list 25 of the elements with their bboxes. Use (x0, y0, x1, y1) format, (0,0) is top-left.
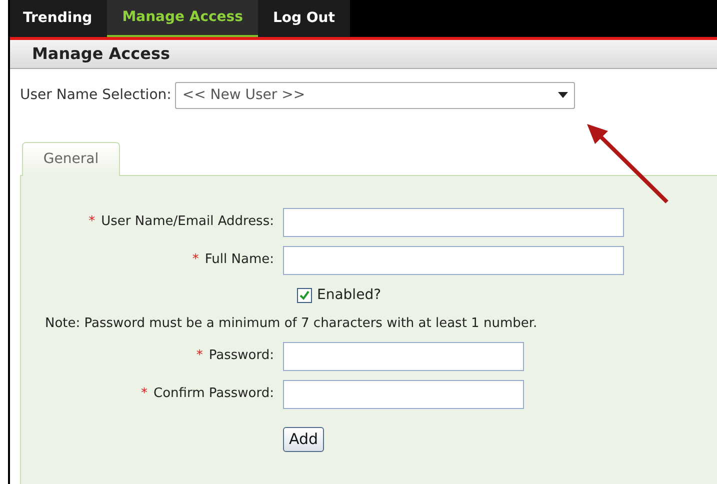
add-button[interactable]: Add (283, 427, 324, 452)
nav-tab[interactable]: Log Out (258, 0, 350, 37)
input-field[interactable] (283, 208, 624, 236)
required-asterisk: * (88, 213, 96, 232)
panel-tab[interactable]: General (22, 142, 120, 176)
dropdown-caret-icon (558, 92, 568, 98)
user-select-dropdown[interactable]: << New User >> (175, 82, 576, 108)
required-asterisk: * (196, 347, 203, 366)
field-label: Full Name: (204, 251, 274, 270)
required-asterisk: * (141, 385, 148, 404)
input-field[interactable] (283, 342, 524, 370)
field-label: Confirm Password: (154, 385, 274, 404)
checkbox[interactable] (297, 288, 312, 302)
input-field[interactable] (283, 246, 624, 274)
page-title: Manage Access (32, 43, 170, 65)
input-field[interactable] (283, 380, 524, 408)
nav-tab[interactable]: Manage Access (107, 0, 258, 37)
required-asterisk: * (192, 251, 199, 270)
nav-tab[interactable]: Trending (8, 0, 108, 37)
field-label: Password: (208, 347, 274, 366)
password-note: Note: Password must be a minimum of 7 characters with at least 1 number. (45, 315, 538, 334)
checkmark-icon (299, 290, 310, 300)
selection-label: User Name Selection: (20, 86, 172, 104)
field-label: User Name/Email Address: (101, 213, 274, 232)
checkbox-label: Enabled? (317, 286, 382, 304)
